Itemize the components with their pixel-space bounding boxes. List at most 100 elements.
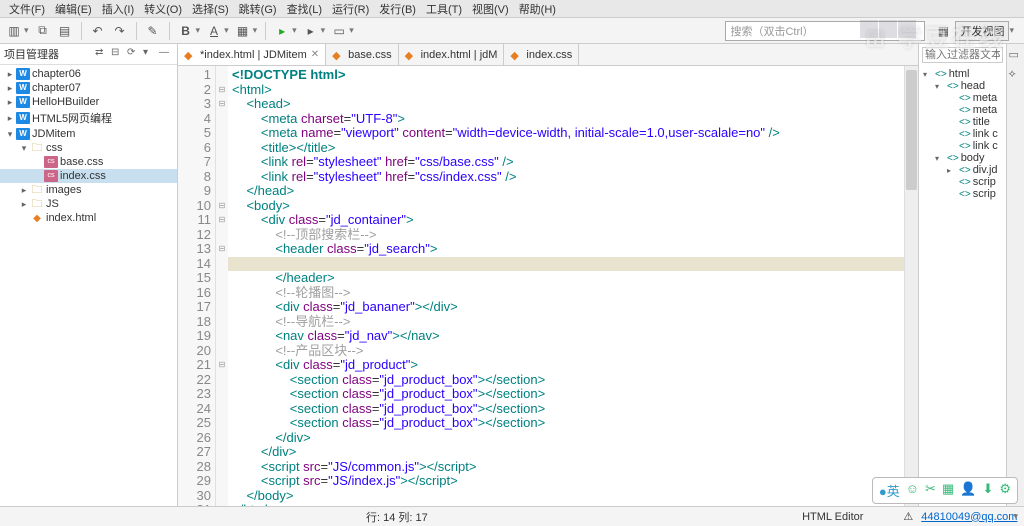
outline-restore-icon[interactable]: ▭ — [1009, 48, 1023, 62]
outline-tree[interactable]: ▾<>html▾<>head<>meta<>meta<>title<>link … — [919, 66, 1006, 506]
tree-item-label: JS — [46, 198, 59, 210]
project-tree[interactable]: ▸Wchapter06▸Wchapter07▸WHelloHBuilder▸WH… — [0, 65, 177, 506]
editor-tab[interactable]: ◆ base.css — [326, 44, 398, 65]
editor-tab[interactable]: ◆index.css — [504, 44, 579, 65]
project-explorer-panel: 项目管理器 ⇄ ⊟ ⟳ ▾ — ▸Wchapter06▸Wchapter07▸W… — [0, 44, 178, 506]
code-content[interactable]: <!DOCTYPE html><html> <head> <meta chars… — [228, 66, 904, 506]
fold-gutter[interactable]: ⊟⊟ ⊟⊟ ⊟ ⊟ — [216, 66, 228, 506]
tag-icon: <> — [959, 129, 971, 140]
editor-tab[interactable]: ◆index.html | jdM — [399, 44, 505, 65]
tag-a-icon[interactable]: A — [206, 23, 222, 39]
open-icon[interactable]: ⧉ — [35, 23, 51, 39]
tab-label: base.css — [348, 49, 391, 61]
menubar: 文件(F)编辑(E)插入(I)转义(O)选择(S)跳转(G)查找(L)运行(R)… — [0, 0, 1024, 18]
debug-icon[interactable]: ▸ — [303, 23, 319, 39]
cursor-position: 行: 14 列: 17 — [366, 509, 428, 525]
outline-item[interactable]: <>scrip — [921, 188, 1004, 200]
outline-item[interactable]: <>link c — [921, 140, 1004, 152]
tag-b-icon[interactable]: B — [178, 23, 194, 39]
tag-icon: <> — [959, 177, 971, 188]
ime-smile-icon[interactable]: ☺ — [906, 481, 919, 500]
tree-item[interactable]: ▾WJDMitem — [0, 127, 177, 141]
outline-item[interactable]: <>scrip — [921, 176, 1004, 188]
outline-label: html — [949, 68, 970, 80]
menu-item[interactable]: 运行(R) — [327, 1, 374, 17]
outline-item[interactable]: ▾<>body — [921, 152, 1004, 164]
menu-item[interactable]: 文件(F) — [4, 1, 50, 17]
account-email-link[interactable]: 44810049@qq.com — [921, 511, 1017, 523]
perspective-button[interactable]: 开发视图 — [955, 21, 1009, 41]
tree-item[interactable]: csbase.css — [0, 155, 177, 169]
html-icon: ◆ — [30, 212, 44, 224]
tree-item[interactable]: ▸WHelloHBuilder — [0, 95, 177, 109]
outline-item[interactable]: <>meta — [921, 92, 1004, 104]
tree-item[interactable]: ▸🗀JS — [0, 197, 177, 211]
alert-icon[interactable]: ⚠ — [903, 510, 913, 523]
link-editor-icon[interactable]: ⇄ — [95, 47, 109, 61]
outline-item[interactable]: ▾<>head — [921, 80, 1004, 92]
outline-tag-icon[interactable]: ⟡ — [1009, 68, 1023, 82]
tab-label: index.html | jdM — [421, 49, 498, 61]
outline-item[interactable]: ▸<>div.jd — [921, 164, 1004, 176]
outline-label: scrip — [973, 176, 996, 188]
tree-item-label: index.html — [46, 212, 96, 224]
tree-item[interactable]: ▾🗀css — [0, 141, 177, 155]
ime-person-icon[interactable]: 👤 — [960, 481, 976, 500]
menu-item[interactable]: 编辑(E) — [50, 1, 97, 17]
tree-item[interactable]: ▸🗀images — [0, 183, 177, 197]
menu-item[interactable]: 转义(O) — [139, 1, 187, 17]
outline-item[interactable]: ▾<>html — [921, 68, 1004, 80]
menu-icon[interactable]: ▾ — [143, 47, 157, 61]
tree-item[interactable]: ▸WHTML5网页编程 — [0, 109, 177, 127]
ime-down-icon[interactable]: ⬇ — [982, 481, 993, 500]
file-icon: ◆ — [332, 49, 344, 61]
menu-item[interactable]: 发行(B) — [374, 1, 421, 17]
vertical-scrollbar[interactable] — [904, 66, 918, 506]
collapse-icon[interactable]: ⊟ — [111, 47, 125, 61]
menu-item[interactable]: 工具(T) — [421, 1, 467, 17]
tree-item[interactable]: ▸Wchapter07 — [0, 81, 177, 95]
w-icon: W — [16, 112, 30, 124]
outline-label: title — [973, 116, 990, 128]
menu-item[interactable]: 跳转(G) — [234, 1, 282, 17]
tree-item[interactable]: ▸Wchapter06 — [0, 67, 177, 81]
code-editor[interactable]: 1234567891011121314151617181920212223242… — [178, 66, 918, 506]
tag-icon: <> — [959, 93, 971, 104]
outline-label: meta — [973, 104, 997, 116]
redo-icon[interactable]: ↷ — [112, 23, 128, 39]
menu-item[interactable]: 插入(I) — [97, 1, 139, 17]
w-icon: W — [16, 128, 30, 140]
save-icon[interactable]: ▤ — [57, 23, 73, 39]
ime-img-icon[interactable]: ▦ — [942, 481, 954, 500]
editor-tab[interactable]: ◆*index.html | JDMitem✕ — [178, 44, 326, 65]
minimize-icon[interactable]: — — [159, 47, 173, 61]
menu-item[interactable]: 查找(L) — [282, 1, 327, 17]
menu-item[interactable]: 选择(S) — [187, 1, 234, 17]
tag-icon: <> — [959, 117, 971, 128]
tree-item-label: HTML5网页编程 — [32, 110, 112, 126]
file-icon: ◆ — [184, 49, 196, 61]
ime-set-icon[interactable]: ⚙ — [999, 481, 1011, 500]
device-icon[interactable]: ▭ — [331, 23, 347, 39]
undo-icon[interactable]: ↶ — [90, 23, 106, 39]
menu-item[interactable]: 视图(V) — [467, 1, 514, 17]
fold-icon: 🗀 — [30, 198, 44, 210]
new-icon[interactable]: ▥ — [6, 23, 22, 39]
tree-item[interactable]: csindex.css — [0, 169, 177, 183]
tree-item[interactable]: ◆index.html — [0, 211, 177, 225]
sync-icon[interactable]: ⟳ — [127, 47, 141, 61]
outline-label: scrip — [973, 188, 996, 200]
palette-icon[interactable]: ▦ — [235, 23, 251, 39]
outline-item[interactable]: <>title — [921, 116, 1004, 128]
tree-item-label: chapter07 — [32, 82, 81, 94]
outline-item[interactable]: <>meta — [921, 104, 1004, 116]
run-icon[interactable]: ▸ — [274, 23, 290, 39]
outline-filter-input[interactable] — [922, 47, 1003, 63]
outline-item[interactable]: <>link c — [921, 128, 1004, 140]
paint-icon[interactable]: ✎ — [145, 23, 161, 39]
perspective-icon[interactable]: ▦ — [935, 23, 951, 39]
outline-label: head — [961, 80, 985, 92]
close-icon[interactable]: ✕ — [311, 49, 319, 60]
ime-scissors-icon[interactable]: ✂ — [925, 481, 936, 500]
menu-item[interactable]: 帮助(H) — [514, 1, 561, 17]
